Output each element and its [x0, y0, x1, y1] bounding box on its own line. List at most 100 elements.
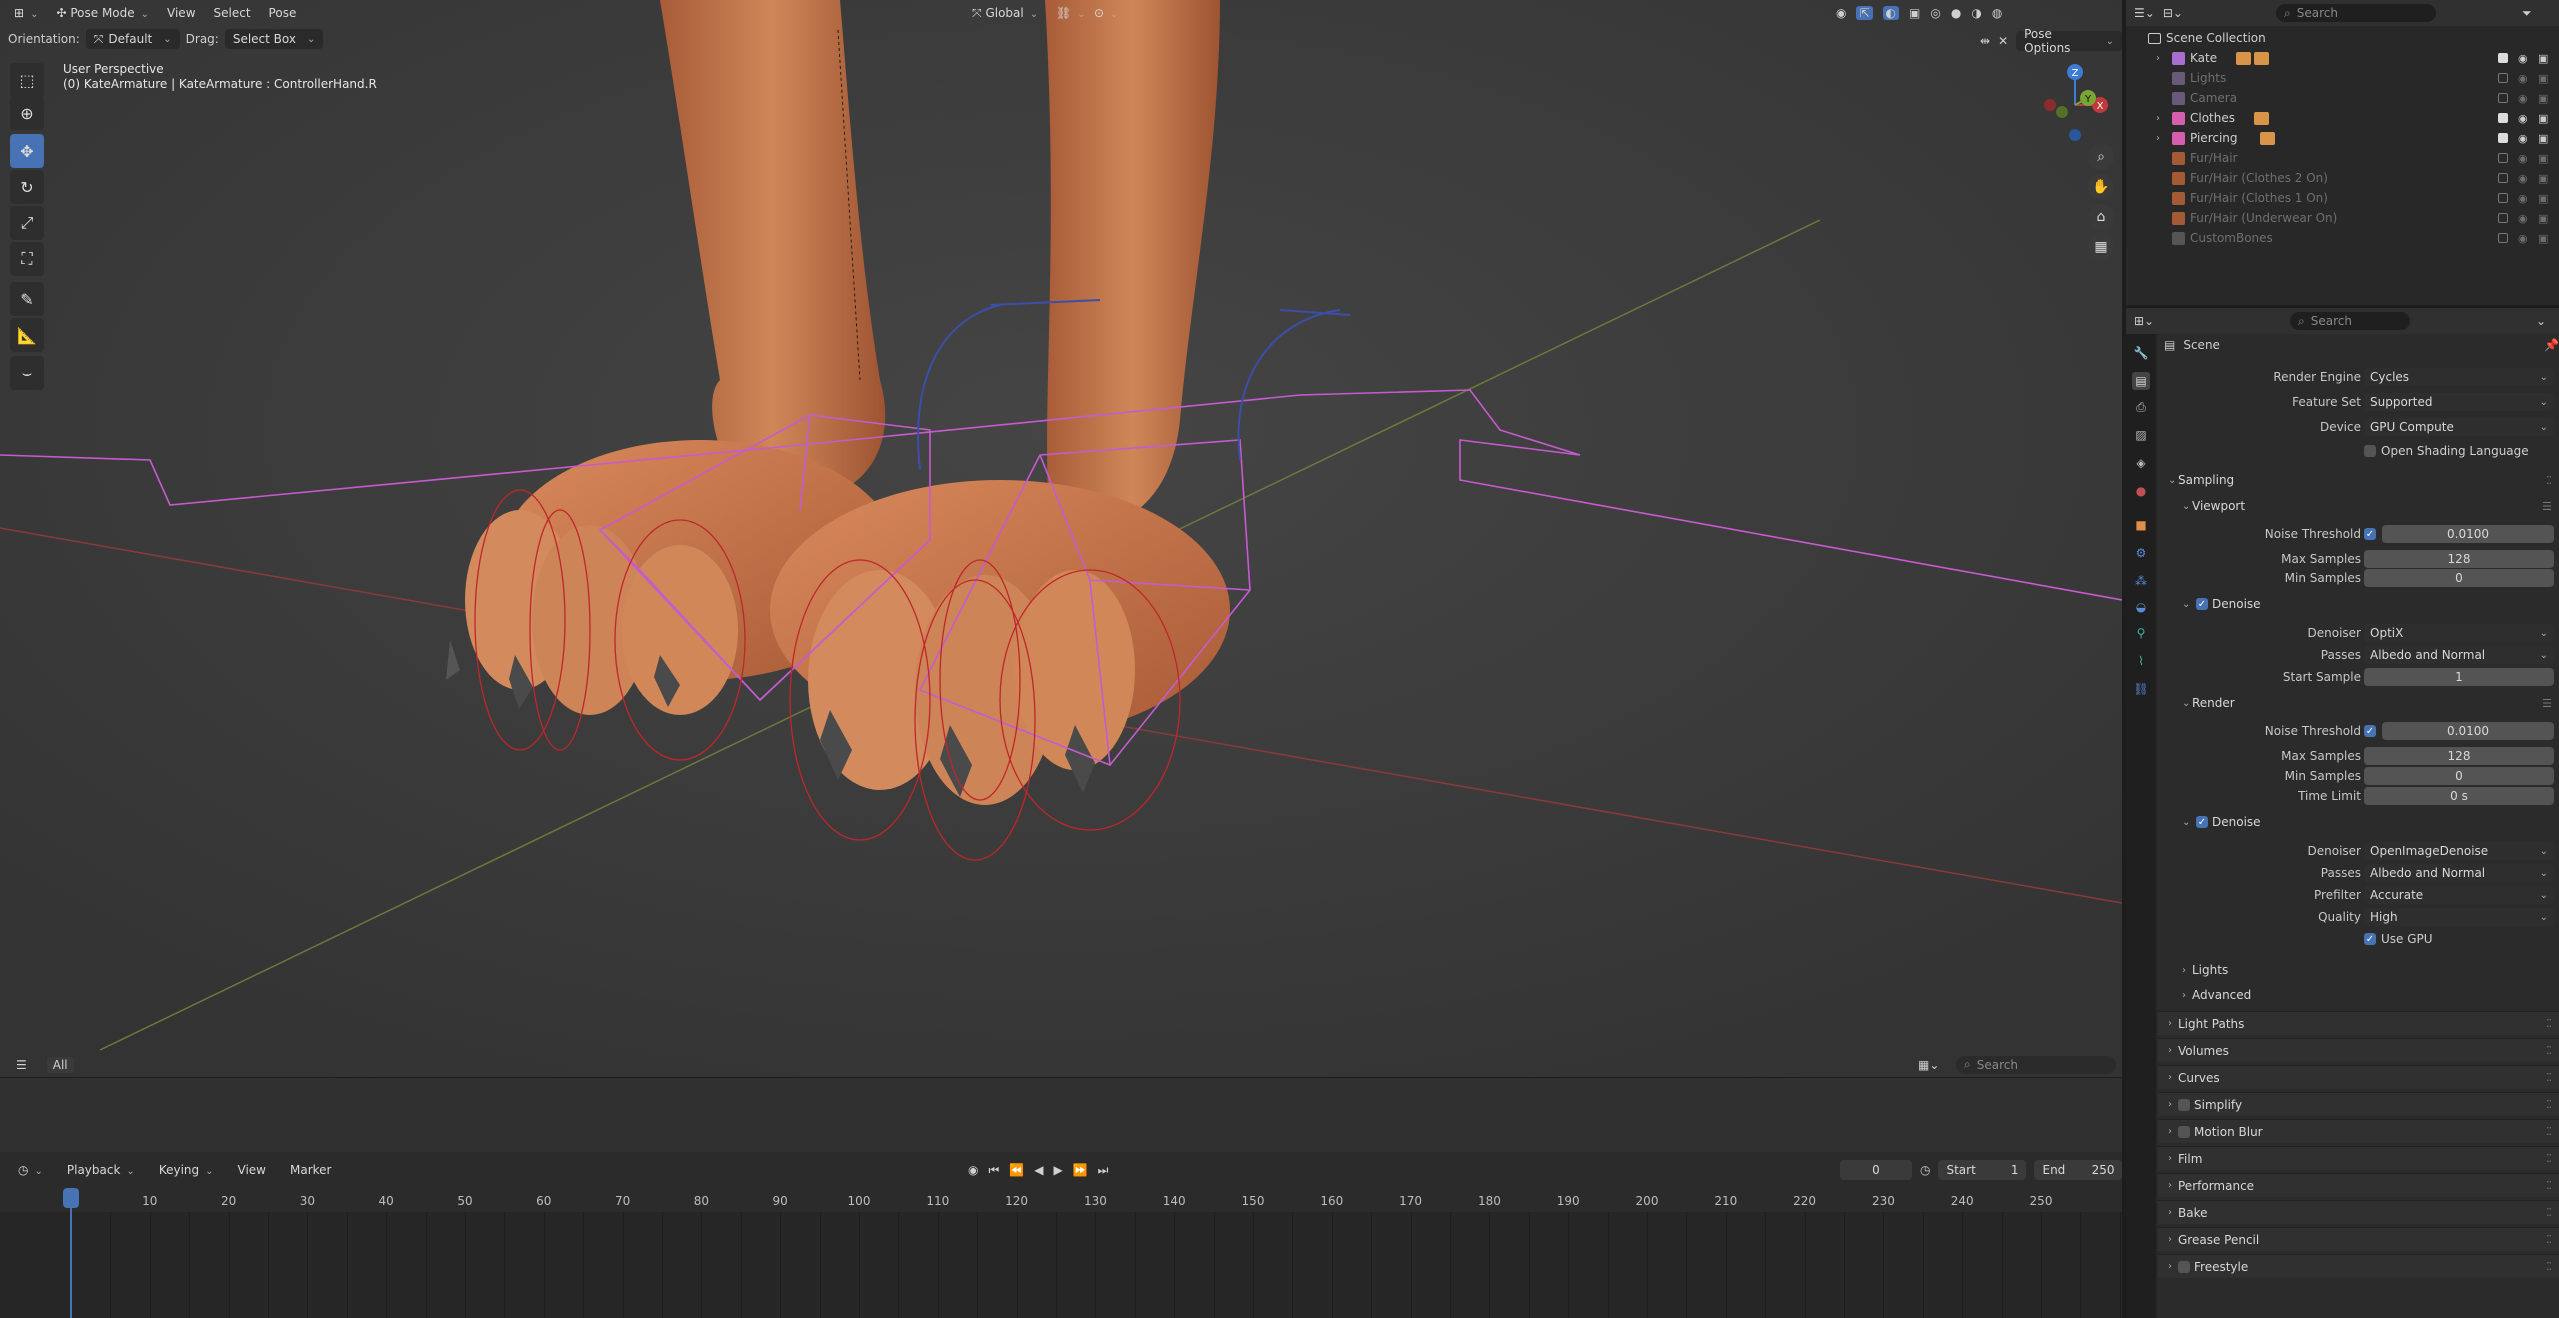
eye-icon[interactable]: ◉ — [2518, 132, 2528, 145]
render-camera-icon[interactable]: ▣ — [2538, 52, 2548, 65]
object-tab[interactable]: ■ — [2132, 516, 2150, 534]
expand-arrow-icon[interactable]: › — [2156, 113, 2160, 124]
vp-denoiser-select[interactable]: OptiX — [2364, 624, 2554, 642]
drag-handle-icon[interactable]: ⁚⁚ — [2546, 1125, 2552, 1138]
outliner-item[interactable]: Camera ◉ ▣ — [2126, 88, 2559, 108]
3d-viewport[interactable]: ⊞ ✣ Pose Mode View Select Pose ⤧ Global … — [0, 0, 2122, 1077]
visibility-icon[interactable]: ◉ — [1836, 6, 1846, 20]
shading-rendered-icon[interactable]: ◍ — [1992, 6, 2002, 20]
render-camera-icon[interactable]: ▣ — [2538, 192, 2548, 205]
panel-checkbox[interactable] — [2178, 1126, 2190, 1138]
eye-icon[interactable]: ◉ — [2518, 92, 2528, 105]
viewport-scene[interactable] — [0, 0, 2122, 1077]
particles-tab[interactable]: ⁂ — [2132, 572, 2150, 590]
panel-header[interactable]: › Motion Blur ⁚⁚ — [2158, 1119, 2559, 1143]
drag-handle-icon[interactable]: ⁚⁚ — [2546, 1260, 2552, 1273]
transform-orientation-select[interactable]: ⤧ Global — [966, 4, 1044, 23]
outliner-editor-type[interactable]: ☰⌄ — [2134, 6, 2155, 20]
exclude-checkbox[interactable] — [2498, 173, 2508, 183]
render-camera-icon[interactable]: ▣ — [2538, 152, 2548, 165]
exclude-checkbox[interactable] — [2498, 153, 2508, 163]
expand-arrow-icon[interactable]: › — [2156, 133, 2160, 144]
scene-tab[interactable]: ◈ — [2132, 454, 2150, 472]
panel-header[interactable]: › Grease Pencil ⁚⁚ — [2158, 1227, 2559, 1251]
timeline-ruler[interactable]: 0102030405060708090100110120130140150160… — [0, 1188, 2122, 1212]
child-badge-icon[interactable] — [2254, 111, 2269, 125]
lights-subpanel-header[interactable]: › Lights — [2158, 958, 2559, 982]
menu-marker[interactable]: Marker — [284, 1161, 337, 1179]
menu-view[interactable]: View — [161, 4, 201, 22]
render-camera-icon[interactable]: ▣ — [2538, 172, 2548, 185]
osl-checkbox[interactable] — [2364, 445, 2376, 457]
next-key-icon[interactable]: ⏩ — [1073, 1163, 1088, 1177]
vp-min-samples-field[interactable]: 0 — [2364, 569, 2554, 587]
feature-set-select[interactable]: Supported — [2364, 393, 2554, 411]
physics-tab[interactable]: ◒ — [2132, 598, 2150, 616]
zoom-button[interactable]: ⌕ — [2088, 144, 2114, 170]
outliner-search-input[interactable]: ⌕ Search — [2276, 4, 2436, 22]
render-subpanel-header[interactable]: ⌄ Render ☰ — [2158, 691, 2559, 715]
eye-icon[interactable]: ◉ — [2518, 172, 2528, 185]
r-prefilter-select[interactable]: Accurate — [2364, 886, 2554, 904]
tool-tab[interactable]: 🔧 — [2132, 344, 2150, 362]
use-gpu-checkbox[interactable]: ✓ — [2364, 933, 2376, 945]
hamburger-icon[interactable]: ☰ — [16, 1058, 27, 1072]
panel-header[interactable]: › Performance ⁚⁚ — [2158, 1173, 2559, 1197]
panel-header[interactable]: › Bake ⁚⁚ — [2158, 1200, 2559, 1224]
mode-select[interactable]: ✣ Pose Mode — [50, 4, 155, 22]
eye-icon[interactable]: ◉ — [2518, 232, 2528, 245]
exclude-checkbox[interactable] — [2498, 233, 2508, 243]
r-noise-threshold-field[interactable]: 0.0100 — [2382, 722, 2554, 740]
panel-checkbox[interactable] — [2178, 1261, 2190, 1273]
render-camera-icon[interactable]: ▣ — [2538, 212, 2548, 225]
world-tab[interactable]: ● — [2132, 482, 2150, 500]
panel-checkbox[interactable] — [2178, 1099, 2190, 1111]
r-denoiser-select[interactable]: OpenImageDenoise — [2364, 842, 2554, 860]
transform-tool[interactable]: ⛶ — [10, 242, 44, 276]
vp-noise-threshold-field[interactable]: 0.0100 — [2382, 525, 2554, 543]
vp-passes-select[interactable]: Albedo and Normal — [2364, 646, 2554, 664]
render-camera-icon[interactable]: ▣ — [2538, 132, 2548, 145]
pan-button[interactable]: ✋ — [2088, 174, 2114, 200]
constraint-tab[interactable]: ⛓ — [2132, 680, 2150, 698]
drag-select[interactable]: Select Box — [224, 29, 324, 49]
r-time-limit-field[interactable]: 0 s — [2364, 787, 2554, 805]
armature-tab[interactable]: ⚲ — [2132, 624, 2150, 642]
options-icon[interactable]: ⌄ — [2536, 314, 2546, 328]
bone-size-tool[interactable]: ⌣ — [10, 356, 44, 390]
start-frame-field[interactable]: Start 1 — [1938, 1160, 2027, 1180]
eye-icon[interactable]: ◉ — [2518, 52, 2528, 65]
viewport-subpanel-header[interactable]: ⌄ Viewport ☰ — [2158, 494, 2559, 518]
drag-handle-icon[interactable]: ⁚⁚ — [2546, 1206, 2552, 1219]
proportional-edit[interactable]: ⊙ — [1088, 4, 1124, 22]
render-camera-icon[interactable]: ▣ — [2538, 112, 2548, 125]
menu-select[interactable]: Select — [208, 4, 257, 22]
outliner-item[interactable]: Fur/Hair ◉ ▣ — [2126, 148, 2559, 168]
move-tool[interactable]: ✥ — [10, 134, 44, 168]
outliner-item[interactable]: Lights ◉ ▣ — [2126, 68, 2559, 88]
output-tab[interactable]: ⎙ — [2132, 398, 2150, 416]
play-reverse-icon[interactable]: ◀ — [1034, 1163, 1043, 1177]
exclude-checkbox[interactable] — [2498, 113, 2508, 123]
device-select[interactable]: GPU Compute — [2364, 418, 2554, 436]
render-tab[interactable]: ▤ — [2132, 372, 2150, 390]
r-denoise-header[interactable]: ⌄ ✓ Denoise — [2158, 810, 2559, 834]
vp-max-samples-field[interactable]: 128 — [2364, 550, 2554, 568]
drag-handle-icon[interactable]: ⁚⁚ — [2546, 1017, 2552, 1030]
editor-type-button[interactable]: ⊞ — [8, 4, 44, 22]
jump-start-icon[interactable]: ⏮ — [988, 1163, 999, 1178]
eye-icon[interactable]: ◉ — [2518, 72, 2528, 85]
render-camera-icon[interactable]: ▣ — [2538, 92, 2548, 105]
camera-view-button[interactable]: ⌂ — [2088, 204, 2114, 230]
overlay-toggle-icon[interactable]: ◐ — [1882, 6, 1900, 20]
annotate-tool[interactable]: ✎ — [10, 282, 44, 316]
drag-handle-icon[interactable]: ⁚⁚ — [2546, 1098, 2552, 1111]
timeline-editor-type[interactable]: ◷ — [12, 1161, 49, 1179]
render-camera-icon[interactable]: ▣ — [2538, 232, 2548, 245]
drag-handle-icon[interactable]: ⁚⁚ — [2546, 1233, 2552, 1246]
stopwatch-icon[interactable]: ◷ — [1920, 1163, 1930, 1177]
eye-icon[interactable]: ◉ — [2518, 192, 2528, 205]
modifier-tab[interactable]: ⚙ — [2132, 544, 2150, 562]
orientation-select[interactable]: ⤧ Default — [85, 29, 180, 49]
playhead[interactable] — [63, 1188, 79, 1208]
